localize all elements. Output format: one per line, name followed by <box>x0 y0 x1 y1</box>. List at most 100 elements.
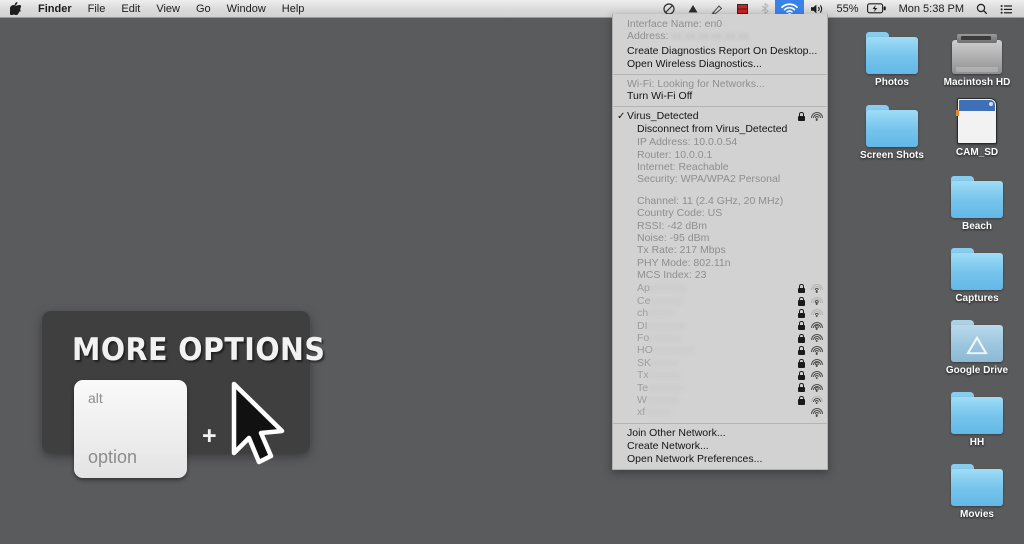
network-list-item[interactable]: Wxxxxxx <box>613 394 827 406</box>
desktop-icon-screen-shots[interactable]: Screen Shots <box>844 95 940 162</box>
network-list-item[interactable]: DIxxxxxxx <box>613 320 827 332</box>
menu-divider-1 <box>613 74 827 75</box>
network-list-item[interactable]: Cexxxxxx <box>613 295 827 307</box>
network-indicators <box>798 369 823 381</box>
desktop-icon-captures[interactable]: Captures <box>929 238 1024 305</box>
desktop-icon-label: Beach <box>929 221 1024 233</box>
desktop-icon-macintosh-hd[interactable]: Macintosh HD <box>929 22 1024 89</box>
notification-center-icon[interactable] <box>994 0 1019 18</box>
dropbox-svg <box>687 3 699 15</box>
desktop-icon-hh[interactable]: HH <box>929 382 1024 449</box>
network-list-item[interactable]: Texxxxxxx <box>613 382 827 394</box>
apple-logo-icon[interactable] <box>0 0 30 18</box>
menu-item-window[interactable]: Window <box>219 0 274 18</box>
network-indicators <box>798 344 823 356</box>
network-ssid: Apxxxxxxx <box>637 282 687 294</box>
network-indicators <box>798 332 823 344</box>
desktop-icon-beach[interactable]: Beach <box>929 166 1024 233</box>
wifi-address-row: Address: xx:xx:xx:xx:xx:xx <box>613 30 827 42</box>
signal-strength-icon <box>810 383 823 393</box>
menu-bar-clock[interactable]: Mon 5:38 PM <box>893 0 970 18</box>
desktop-icon-cam-sd[interactable]: CAM_SD <box>929 92 1024 159</box>
folder-icon <box>929 238 1024 290</box>
volume-svg <box>810 3 825 15</box>
notification-svg <box>1000 3 1013 15</box>
lock-placeholder <box>798 408 805 417</box>
wifi-address-label: Address: <box>627 30 668 42</box>
create-network-item[interactable]: Create Network... <box>613 440 827 453</box>
menu-item-help[interactable]: Help <box>274 0 313 18</box>
network-indicators <box>798 295 823 307</box>
checkmark-icon: ✓ <box>617 110 625 123</box>
desktop-icon-label: Photos <box>844 77 940 89</box>
key-label-alt: alt <box>88 390 103 406</box>
network-ssid: Texxxxxxx <box>637 382 685 394</box>
network-ssid: SKxxxxx <box>637 357 677 369</box>
menu-item-go[interactable]: Go <box>188 0 219 18</box>
desktop-icon-label: Movies <box>929 509 1024 521</box>
network-list-item[interactable]: Txxxxxxx <box>613 369 827 381</box>
network-indicators <box>798 320 823 332</box>
detail-channel: Channel: 11 (2.4 GHz, 20 MHz) <box>613 195 827 207</box>
network-list-item[interactable]: Apxxxxxxx <box>613 282 827 294</box>
disconnect-item[interactable]: Disconnect from Virus_Detected <box>613 123 827 136</box>
menu-bar: Finder File Edit View Go Window Help <box>0 0 1024 18</box>
connected-network-item[interactable]: ✓ Virus_Detected <box>613 110 827 123</box>
lock-icon <box>798 359 805 368</box>
open-network-preferences-item[interactable]: Open Network Preferences... <box>613 453 827 466</box>
search-svg <box>976 3 988 15</box>
network-indicators <box>798 307 823 319</box>
do-not-disturb-svg <box>663 3 675 15</box>
network-list-item[interactable]: HOxxxxxxxx <box>613 344 827 356</box>
network-list-item[interactable]: Foxxxxxx <box>613 332 827 344</box>
folder-icon <box>844 22 940 74</box>
signal-strength-icon <box>810 321 823 331</box>
spotlight-search-icon[interactable] <box>970 0 994 18</box>
lock-icon <box>798 321 805 330</box>
battery-charging-icon[interactable] <box>865 0 893 18</box>
network-list-item[interactable]: xfxxxxx <box>613 406 827 418</box>
desktop-icon-google-drive[interactable]: Google Drive <box>929 310 1024 377</box>
desktop-icon-photos[interactable]: Photos <box>844 22 940 89</box>
network-ssid: HOxxxxxxxx <box>637 344 695 356</box>
create-diagnostics-report-item[interactable]: Create Diagnostics Report On Desktop... <box>613 45 827 58</box>
folder-icon <box>929 166 1024 218</box>
desktop-icon-label: Screen Shots <box>844 150 940 162</box>
desktop-icon-movies[interactable]: Movies <box>929 454 1024 521</box>
menu-divider-2 <box>613 106 827 107</box>
desktop-icon-label: HH <box>929 437 1024 449</box>
signal-strength-icon <box>810 346 823 356</box>
signal-strength-icon <box>810 296 823 306</box>
sdcard-icon <box>929 92 1024 144</box>
detail-spacer <box>613 186 827 195</box>
signal-strength-icon <box>810 358 823 368</box>
network-ssid: xfxxxxx <box>637 406 671 418</box>
desktop-icon-label: Macintosh HD <box>929 77 1024 89</box>
network-list-item[interactable]: chxxxxx <box>613 307 827 319</box>
detail-noise: Noise: -95 dBm <box>613 232 827 244</box>
menu-item-view[interactable]: View <box>148 0 188 18</box>
signal-strength-icon <box>810 112 823 122</box>
turn-wifi-off-item[interactable]: Turn Wi-Fi Off <box>613 90 827 103</box>
join-other-network-item[interactable]: Join Other Network... <box>613 427 827 440</box>
network-ssid: chxxxxx <box>637 307 674 319</box>
signal-strength-icon <box>810 284 823 294</box>
detail-tx-rate: Tx Rate: 217 Mbps <box>613 244 827 256</box>
lock-icon <box>798 396 805 405</box>
lock-icon <box>798 297 805 306</box>
detail-ip-address: IP Address: 10.0.0.54 <box>613 136 827 148</box>
detail-mcs-index: MCS Index: 23 <box>613 269 827 281</box>
available-networks-list: ApxxxxxxxCexxxxxxchxxxxxDIxxxxxxxFoxxxxx… <box>613 282 827 418</box>
menu-bar-app-menus: Finder File Edit View Go Window Help <box>0 0 312 18</box>
network-ssid: Wxxxxxx <box>637 394 678 406</box>
menu-item-edit[interactable]: Edit <box>113 0 148 18</box>
menu-item-finder[interactable]: Finder <box>30 0 80 18</box>
signal-strength-icon <box>810 395 823 405</box>
lock-icon <box>798 112 805 121</box>
lock-icon <box>798 371 805 380</box>
menu-item-file[interactable]: File <box>80 0 114 18</box>
google-drive-folder-icon <box>929 310 1024 362</box>
network-indicators <box>798 282 823 294</box>
network-list-item[interactable]: SKxxxxx <box>613 357 827 369</box>
open-wireless-diagnostics-item[interactable]: Open Wireless Diagnostics... <box>613 58 827 71</box>
